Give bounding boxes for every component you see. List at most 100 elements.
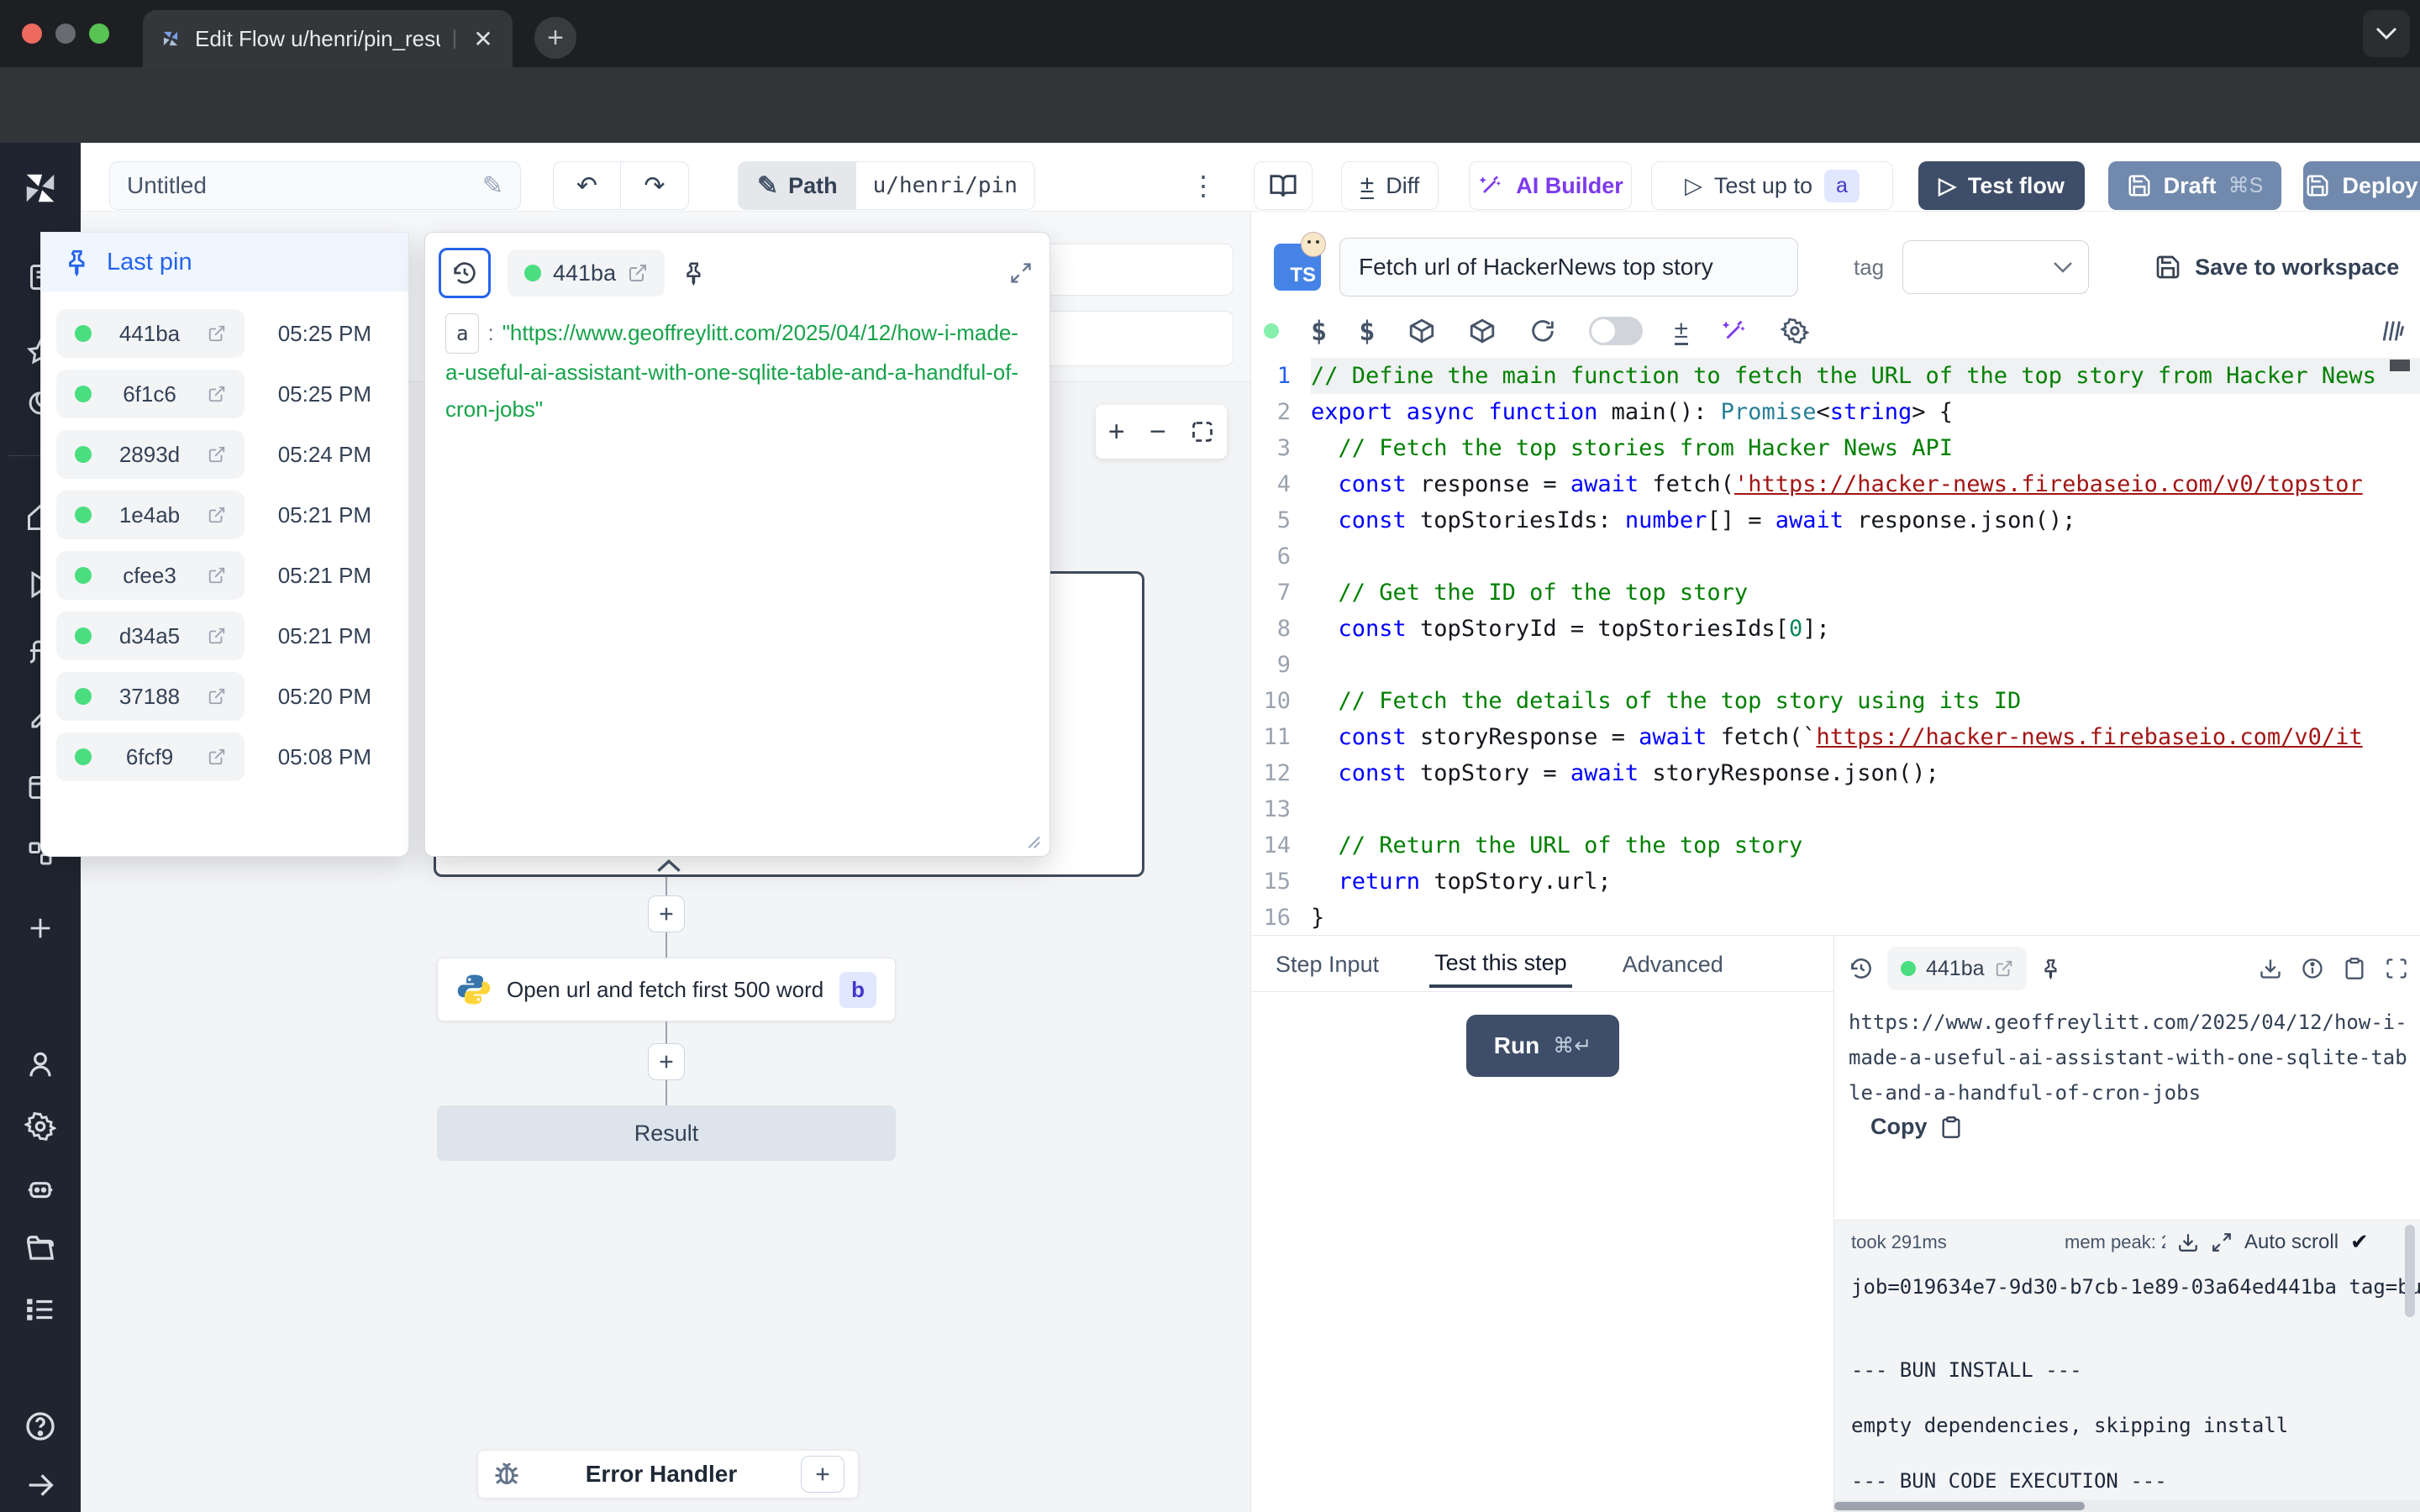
external-link-icon[interactable] [208,687,226,706]
external-link-icon[interactable] [208,506,226,524]
window-zoom-button[interactable] [89,24,109,44]
pin-list-item[interactable]: 6fcf905:08 PM [41,727,408,787]
test-flow-button[interactable]: ▷ Test flow [1918,161,2085,210]
tab-search-chevron-icon[interactable] [2363,10,2410,57]
settings-gear-icon[interactable] [1781,317,1809,345]
diff-icon[interactable]: ± [1675,318,1688,345]
sidebar-item-folders-icon[interactable] [0,1233,81,1265]
ai-builder-button[interactable]: AI Builder [1469,161,1632,210]
log-panel[interactable]: took 291ms mem peak: 2 Auto scroll ✔ job… [1834,1220,2420,1512]
tab-test-this-step[interactable]: Test this step [1429,941,1572,988]
ai-panel-icon[interactable] [2378,317,2407,345]
autoscroll-label[interactable]: Auto scroll [2244,1231,2338,1254]
pin-id-pill[interactable]: 6fcf9 [56,732,245,781]
browser-tab[interactable]: Edit Flow u/henri/pin_results | ✕ [143,10,513,67]
windmill-logo[interactable] [0,166,81,210]
pin-id-pill[interactable]: d34a5 [56,612,245,660]
expand-icon[interactable] [2211,1231,2233,1253]
download-icon[interactable] [2259,957,2282,980]
reload-icon[interactable] [1528,317,1557,345]
pin-id-pill[interactable]: 6f1c6 [56,370,245,418]
history-button[interactable] [439,248,491,298]
tab-step-input[interactable]: Step Input [1270,941,1384,988]
pin-list-item[interactable]: 1e4ab05:21 PM [41,485,408,545]
test-up-to-button[interactable]: ▷ Test up to a [1651,161,1893,210]
external-link-icon[interactable] [628,263,648,283]
fullscreen-icon[interactable] [2385,957,2408,980]
pin-id-pill[interactable]: cfee3 [56,551,245,600]
external-link-icon[interactable] [208,748,226,766]
external-link-icon[interactable] [208,324,226,343]
step-id-chip[interactable]: a [1824,170,1860,202]
popup-pin-pill[interactable]: 441ba [508,249,665,297]
download-icon[interactable] [2177,1231,2199,1253]
add-step-button[interactable] [648,895,685,932]
external-link-icon[interactable] [208,445,226,464]
sidebar-item-logs-icon[interactable] [0,1294,81,1326]
sidebar-item-settings-icon[interactable] [0,1110,81,1142]
add-step-button[interactable] [648,1043,685,1080]
history-icon[interactable] [1849,956,1874,981]
external-link-icon[interactable] [1995,959,2013,978]
sidebar-item-workers-icon[interactable] [0,1173,81,1205]
resize-handle[interactable] [1023,831,1041,849]
step-title-input[interactable]: Fetch url of HackerNews top story [1339,238,1798,297]
pin-icon[interactable] [681,260,707,286]
diff-button[interactable]: ± Diff [1341,161,1439,210]
pin-list-item[interactable]: cfee305:21 PM [41,545,408,606]
python-step-node[interactable]: Open url and fetch first 500 words of ..… [437,958,896,1021]
draft-button[interactable]: Draft ⌘S [2108,161,2281,210]
collapse-chevron-icon[interactable] [656,859,681,873]
redo-button[interactable]: ↷ [621,162,688,209]
clipboard-icon[interactable] [2343,957,2366,980]
variables-icon[interactable]: $ [1311,315,1327,347]
pin-id-pill[interactable]: 1e4ab [56,491,245,539]
edit-name-icon[interactable]: ✎ [482,171,503,201]
sidebar-item-add-icon[interactable] [0,914,81,942]
flow-name-input[interactable]: Untitled ✎ [109,161,521,210]
diff-mode-toggle[interactable] [1589,317,1643,345]
external-link-icon[interactable] [208,627,226,645]
ai-assistant-icon[interactable] [1720,317,1749,345]
tab-close-icon[interactable]: ✕ [469,25,497,53]
info-icon[interactable] [2301,957,2324,980]
package-icon[interactable] [1468,317,1497,345]
pin-list-item[interactable]: 6f1c605:25 PM [41,364,408,424]
log-horizontal-scrollbar[interactable] [1834,1500,2420,1512]
external-link-icon[interactable] [208,566,226,585]
sidebar-item-user-icon[interactable] [0,1048,81,1080]
run-button[interactable]: Run ⌘↵ [1466,1015,1619,1077]
expand-icon[interactable] [1009,261,1033,285]
zoom-in-icon[interactable]: + [1108,416,1125,449]
log-vertical-scrollbar[interactable] [2405,1225,2415,1317]
undo-button[interactable]: ↶ [554,162,621,209]
package-icon[interactable] [1407,317,1436,345]
pin-id-pill[interactable]: 441ba [56,309,245,358]
copy-button[interactable]: Copy [1870,1114,1963,1140]
code-editor[interactable]: 1// Define the main function to fetch th… [1251,358,2420,935]
deploy-button[interactable]: Deploy [2303,161,2420,210]
sidebar-collapse-icon[interactable] [0,1468,81,1502]
result-node[interactable]: Result [437,1105,896,1161]
pin-list-item[interactable]: d34a505:21 PM [41,606,408,666]
window-minimize-button[interactable] [55,24,76,44]
tab-advanced[interactable]: Advanced [1618,941,1728,988]
pin-id-pill[interactable]: 2893d [56,430,245,479]
fit-view-icon[interactable] [1191,420,1214,444]
tag-select[interactable] [1902,240,2089,294]
resources-icon[interactable]: $ [1359,315,1375,347]
window-close-button[interactable] [22,24,42,44]
path-group[interactable]: ✎Path u/henri/pin [738,161,1035,210]
save-to-workspace-button[interactable]: Save to workspace [2154,254,2399,281]
new-tab-button[interactable]: + [534,17,576,59]
pin-id-pill[interactable]: 37188 [56,672,245,721]
pin-list-item[interactable]: 2893d05:24 PM [41,424,408,485]
docs-button[interactable] [1254,161,1313,210]
zoom-out-icon[interactable]: − [1150,416,1166,449]
pin-icon[interactable] [2040,958,2062,979]
external-link-icon[interactable] [208,385,226,403]
autoscroll-check-icon[interactable]: ✔ [2350,1229,2369,1255]
more-options-icon[interactable]: ⋮ [1186,161,1220,210]
pin-list-item[interactable]: 441ba05:25 PM [41,303,408,364]
pin-list-item[interactable]: 3718805:20 PM [41,666,408,727]
